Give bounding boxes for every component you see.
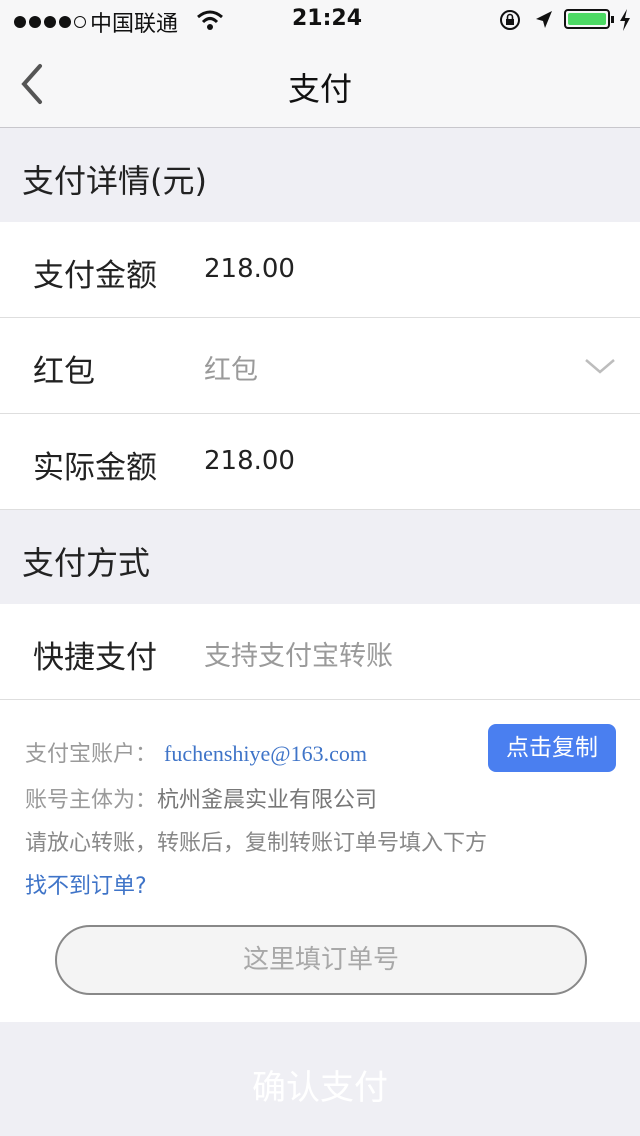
carrier-name: 中国联通 <box>90 12 179 37</box>
row-label: 实际金额 <box>33 450 157 486</box>
entity-label: 账号主体为： <box>25 788 158 813</box>
order-not-found-link[interactable]: 找不到订单? <box>25 868 147 900</box>
rotation-lock-icon <box>500 10 520 30</box>
actual-amount-value: 218.00 <box>204 446 295 476</box>
section-title: 支付详情(元) <box>22 162 207 200</box>
account-label: 支付宝账户： <box>25 742 158 767</box>
payment-amount-value: 218.00 <box>204 254 295 284</box>
page-title: 支付 <box>287 70 352 108</box>
battery-icon <box>564 9 614 29</box>
chevron-down-icon <box>585 359 615 374</box>
transfer-instruction: 请放心转账，转账后，复制转账订单号填入下方 <box>25 831 488 856</box>
section-title: 支付方式 <box>22 544 151 582</box>
signal-strength-icon <box>14 9 89 34</box>
red-packet-select[interactable]: 红包 红包 <box>0 318 640 414</box>
entity-name: 杭州釜晨实业有限公司 <box>157 788 378 813</box>
confirm-payment-button[interactable]: 确认支付 <box>0 1060 640 1136</box>
order-number-input[interactable] <box>55 925 587 995</box>
quick-pay-description: 支持支付宝转账 <box>204 641 393 672</box>
payment-amount-row: 支付金额 218.00 <box>0 222 640 318</box>
clock: 21:24 <box>292 6 363 31</box>
wifi-icon <box>197 10 223 30</box>
nav-bar: 支付 <box>0 40 640 128</box>
alipay-account-line: 支付宝账户： fuchenshiye@163.com <box>25 736 367 768</box>
account-email: fuchenshiye@163.com <box>164 741 367 766</box>
status-bar: 中国联通 21:24 <box>0 0 640 40</box>
payment-method-header: 支付方式 <box>0 510 640 604</box>
row-label: 红包 <box>33 354 95 390</box>
actual-amount-row: 实际金额 218.00 <box>0 414 640 510</box>
red-packet-value: 红包 <box>204 355 258 386</box>
charging-bolt-icon <box>620 9 630 31</box>
row-label: 支付金额 <box>33 258 157 294</box>
payment-details-header: 支付详情(元) <box>0 128 640 222</box>
account-entity-line: 账号主体为：杭州釜晨实业有限公司 <box>25 782 377 814</box>
row-label: 快捷支付 <box>33 640 157 676</box>
quick-pay-option[interactable]: 快捷支付 支持支付宝转账 <box>0 604 640 700</box>
alipay-info-panel: 支付宝账户： fuchenshiye@163.com 点击复制 账号主体为：杭州… <box>0 700 640 1022</box>
location-arrow-icon <box>536 11 552 28</box>
copy-button[interactable]: 点击复制 <box>488 724 616 772</box>
